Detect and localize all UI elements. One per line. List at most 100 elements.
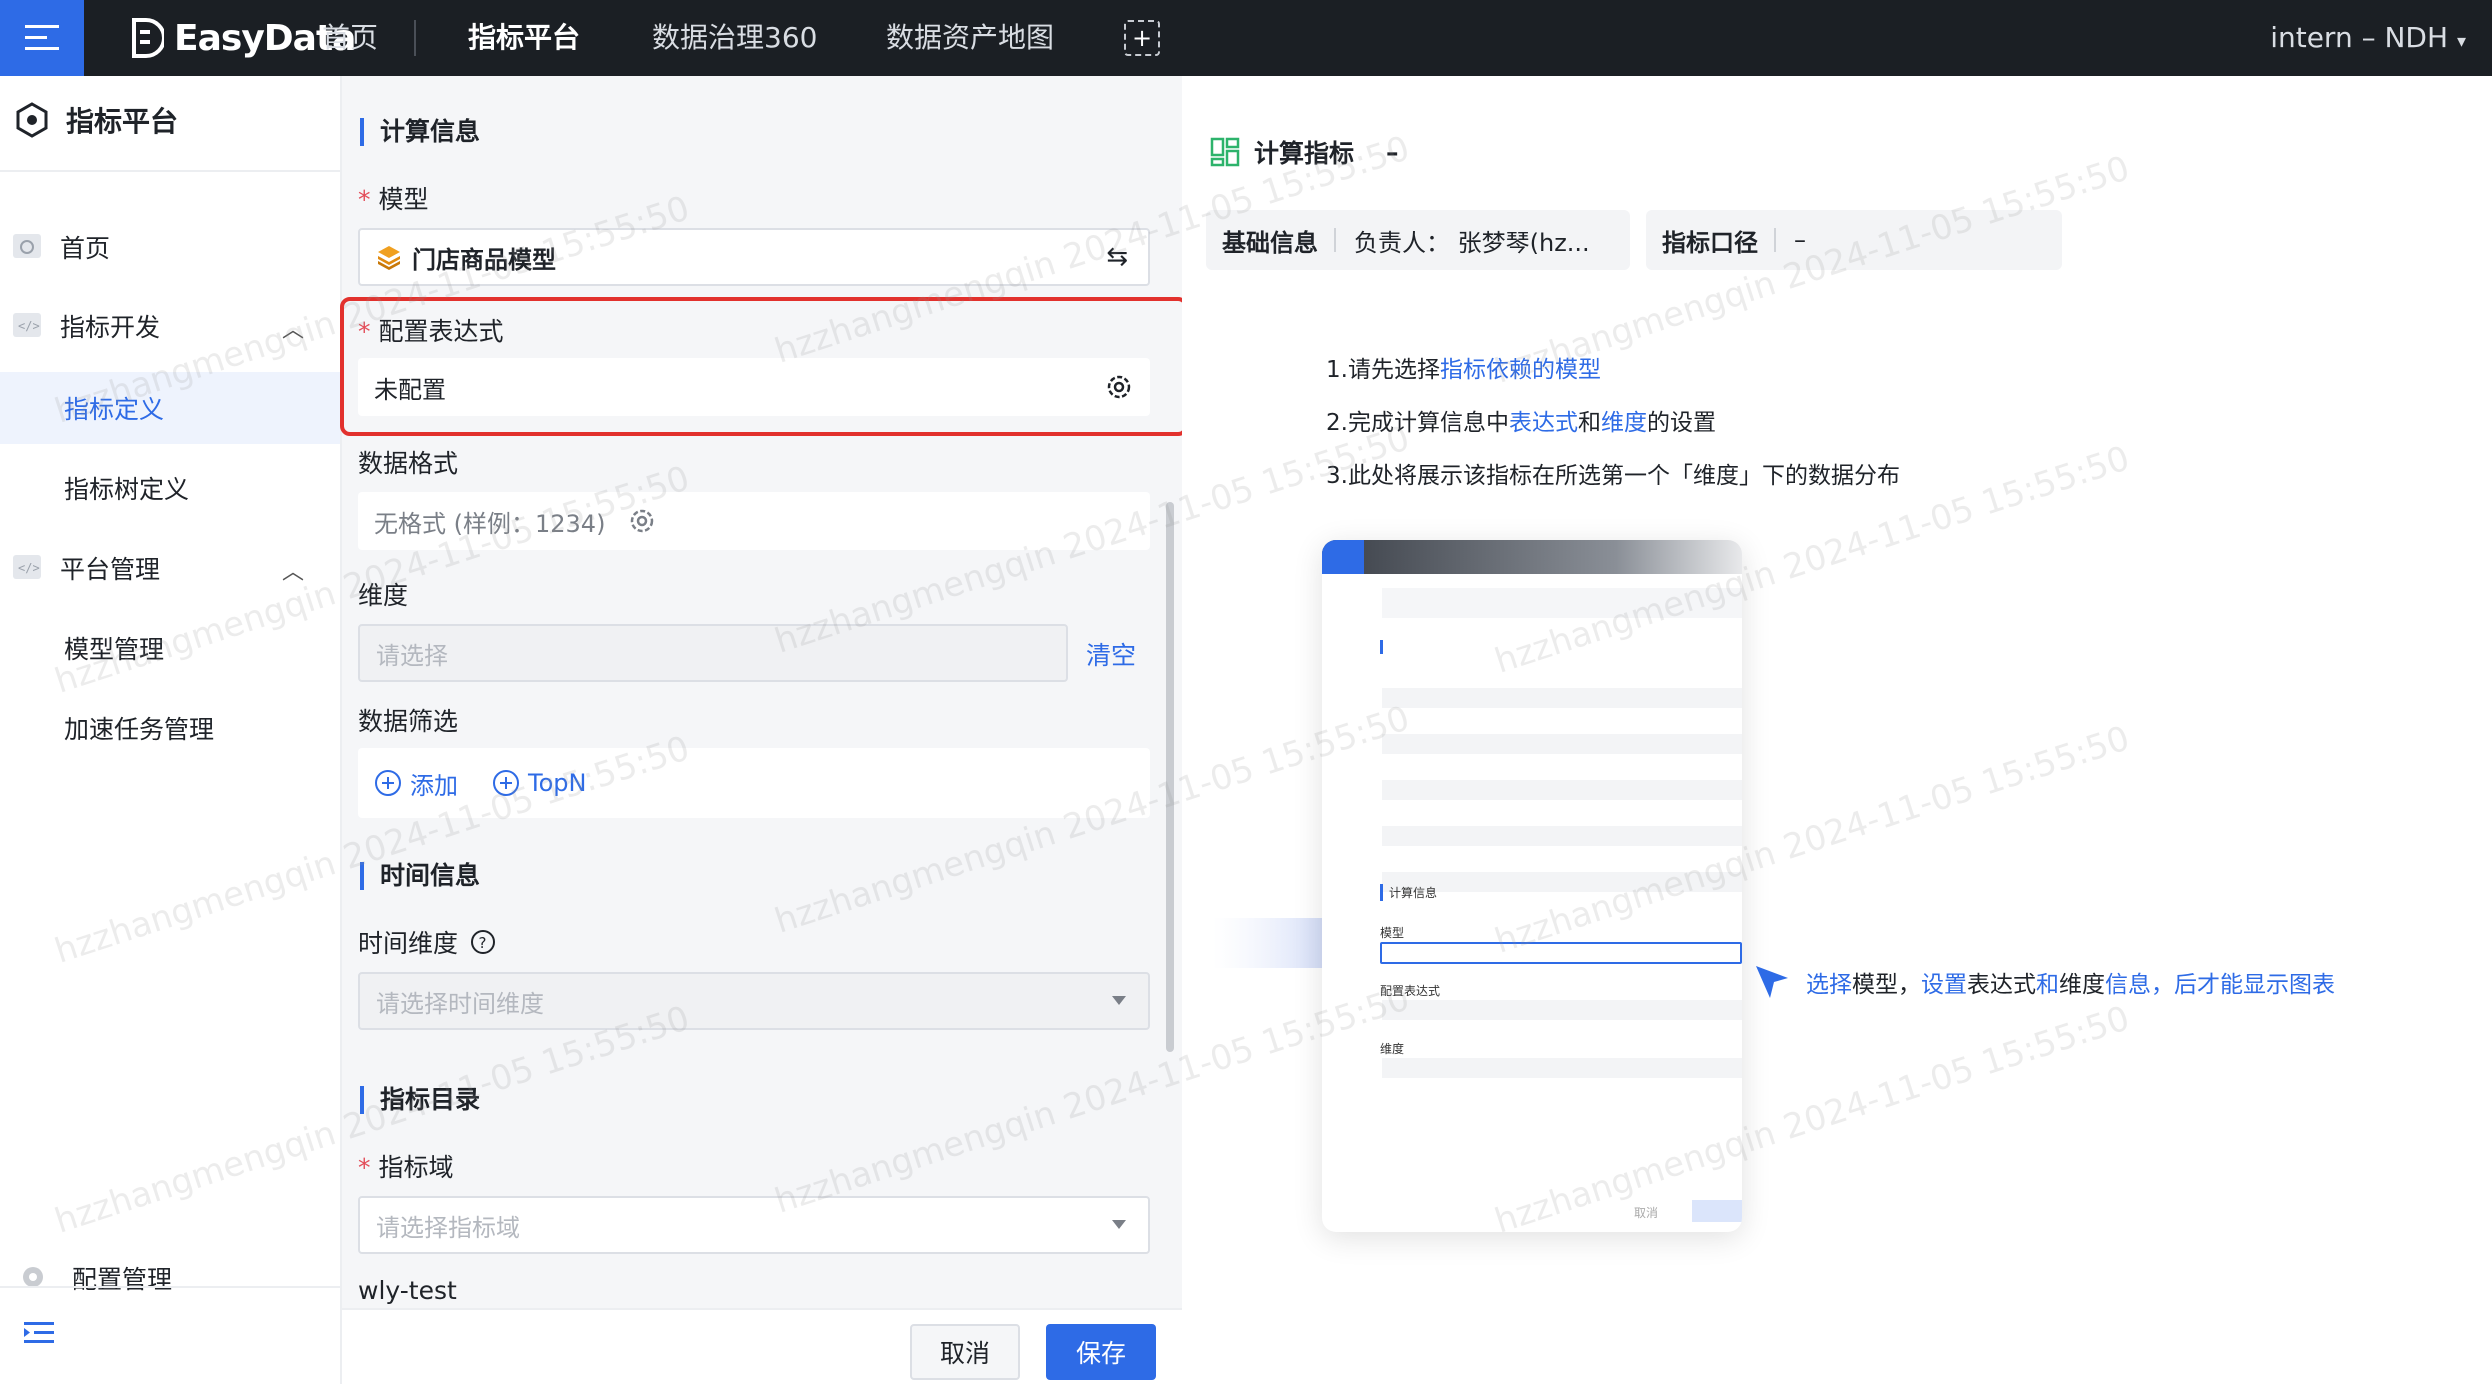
sidebar-item-label: 模型管理 — [64, 635, 165, 664]
form-scrollbar[interactable] — [1166, 502, 1174, 1052]
guide-hint: 选择模型，设置表达式和维度信息，后才能显示图表 — [1752, 962, 2335, 1002]
chevron-up-icon: ︿ — [281, 560, 304, 585]
section-calc-info: 计算信息 — [360, 118, 480, 146]
time-dimension-placeholder: 请选择时间维度 — [376, 989, 544, 1018]
illustration-row — [1382, 780, 1742, 800]
illustration-row — [1382, 1058, 1742, 1078]
swap-icon[interactable]: ⇆ — [1106, 242, 1128, 272]
step2-dimension-link[interactable]: 维度 — [1601, 410, 1647, 436]
cancel-button[interactable]: 取消 — [910, 1324, 1020, 1380]
preview-title: 计算指标 – — [1210, 134, 1399, 170]
metric-domain-placeholder: 请选择指标域 — [376, 1213, 520, 1242]
caliber-label: 指标口径 — [1662, 228, 1758, 257]
topn-label: TopN — [528, 769, 587, 797]
dimension-label: 维度 — [358, 581, 409, 610]
sidebar-item-home[interactable]: 首页 — [0, 211, 340, 283]
step2-expression-link[interactable]: 表达式 — [1509, 410, 1578, 436]
chip-divider — [1334, 228, 1336, 252]
add-tab-icon[interactable]: + — [1124, 20, 1160, 56]
sidebar-item-metric-tree[interactable]: 指标树定义 — [0, 452, 340, 524]
section-metric-catalog: 指标目录 — [360, 1086, 480, 1114]
user-name: intern – NDH — [2270, 21, 2449, 54]
model-value: 门店商品模型 — [412, 245, 556, 274]
step2-prefix: 2.完成计算信息中 — [1326, 410, 1509, 436]
illustration-row — [1382, 826, 1742, 846]
clear-dimension-link[interactable]: 清空 — [1086, 636, 1136, 672]
svg-text:</>: </> — [18, 561, 40, 575]
dashboard-icon — [10, 229, 44, 263]
model-label-text: 模型 — [378, 185, 429, 214]
guide-step-2: 2.完成计算信息中表达式和维度的设置 — [1326, 397, 1900, 450]
illustration-menu-icon — [1322, 540, 1364, 574]
model-select[interactable]: 门店商品模型 ⇆ — [358, 228, 1150, 286]
hint-part: 维度 — [2059, 972, 2105, 998]
settings-gear-icon[interactable] — [627, 506, 657, 536]
plus-circle-icon — [375, 770, 401, 796]
hint-part: 设置 — [1921, 972, 1967, 998]
illustration-topbar — [1322, 540, 1742, 574]
nav-data-asset-map[interactable]: 数据资产地图 — [886, 16, 1054, 60]
sidebar-item-metric-dev[interactable]: </> 指标开发 ︿ — [0, 290, 340, 362]
hint-part: 选择 — [1806, 972, 1852, 998]
menu-toggle-button[interactable] — [0, 0, 84, 76]
guide-step-3: 3.此处将展示该指标在所选第一个「维度」下的数据分布 — [1326, 463, 1900, 489]
menu-icon — [25, 25, 59, 50]
guide-step-1: 1.请先选择指标依赖的模型 — [1326, 344, 1900, 397]
metric-form-panel: 计算信息 * 模型 门店商品模型 ⇆ * 配置表达式 未配置 数据格式 无格式 (样… — [342, 76, 1182, 1308]
illustration-row — [1382, 588, 1742, 618]
svg-text:</>: </> — [18, 319, 40, 333]
illustration-model-label: 模型 — [1380, 926, 1405, 940]
data-filter-box: 添加 TopN — [358, 748, 1150, 818]
required-mark: * — [358, 185, 371, 214]
add-filter-button[interactable]: 添加 — [374, 766, 458, 801]
time-dimension-label: 时间维度 ? — [358, 924, 496, 960]
illustration-row — [1382, 688, 1742, 708]
step2-suffix: 的设置 — [1646, 410, 1716, 436]
sidebar-item-accel-task[interactable]: 加速任务管理 — [0, 692, 340, 764]
nav-home[interactable]: 首页 — [322, 16, 378, 60]
save-button[interactable]: 保存 — [1046, 1324, 1156, 1380]
sidebar-divider — [0, 170, 342, 172]
hint-part: 表达式 — [1967, 972, 2036, 998]
illustration-accent — [1380, 640, 1383, 654]
guide-steps: 1.请先选择指标依赖的模型 2.完成计算信息中表达式和维度的设置 3.此处将展示… — [1326, 344, 1900, 503]
layers-icon — [378, 246, 400, 270]
time-dimension-select[interactable]: 请选择时间维度 — [358, 972, 1150, 1030]
caliber-chip: 指标口径 – — [1646, 210, 2062, 270]
caret-down-icon — [1112, 996, 1126, 1005]
metric-domain-select[interactable]: 请选择指标域 — [358, 1196, 1150, 1254]
step1-prefix: 1.请先选择 — [1326, 357, 1440, 383]
chip-divider — [1774, 228, 1776, 252]
sidebar-item-label: 首页 — [60, 234, 111, 263]
data-format-value: 无格式 (样例：1234) — [374, 509, 606, 538]
plus-circle-icon — [493, 770, 519, 796]
domain-option-wly-test[interactable]: wly-test — [358, 1276, 457, 1305]
metric-domain-label-text: 指标域 — [378, 1153, 454, 1182]
help-circle-icon[interactable]: ? — [470, 929, 496, 955]
illustration-cancel: 取消 — [1634, 1206, 1659, 1220]
illustration-row — [1382, 1000, 1742, 1020]
section-time-info: 时间信息 — [360, 862, 480, 890]
data-format-label: 数据格式 — [358, 449, 459, 478]
topn-button[interactable]: TopN — [492, 769, 586, 797]
model-label: * 模型 — [358, 180, 429, 216]
hint-part: 信息，后才能显示图表 — [2105, 972, 2335, 998]
collapse-sidebar-icon[interactable] — [24, 1320, 54, 1346]
preview-panel: 计算指标 – 基础信息 负责人： 张梦琴(hz... 指标口径 – 1.请先选择… — [1182, 76, 2492, 1384]
illustration-model-field — [1380, 942, 1742, 964]
data-format-field[interactable]: 无格式 (样例：1234) — [358, 492, 1150, 550]
step1-link[interactable]: 指标依赖的模型 — [1440, 357, 1601, 383]
nav-data-governance[interactable]: 数据治理360 — [652, 16, 817, 60]
step2-mid: 和 — [1577, 410, 1601, 436]
sidebar-item-platform-mgmt[interactable]: </> 平台管理 ︿ — [0, 532, 340, 604]
expression-highlight-box — [340, 297, 1188, 436]
dimension-select[interactable]: 请选择 — [358, 624, 1068, 682]
user-menu[interactable]: intern – NDH ▾ — [2270, 16, 2466, 64]
nav-metric-platform[interactable]: 指标平台 — [468, 16, 580, 60]
illustration-row — [1382, 734, 1742, 754]
sidebar-title-text: 指标平台 — [66, 105, 179, 138]
sidebar-item-metric-definition[interactable]: 指标定义 — [0, 372, 340, 444]
basic-info-label: 基础信息 — [1222, 228, 1318, 257]
easydata-logo-icon — [132, 18, 164, 58]
sidebar-item-model-mgmt[interactable]: 模型管理 — [0, 612, 340, 684]
